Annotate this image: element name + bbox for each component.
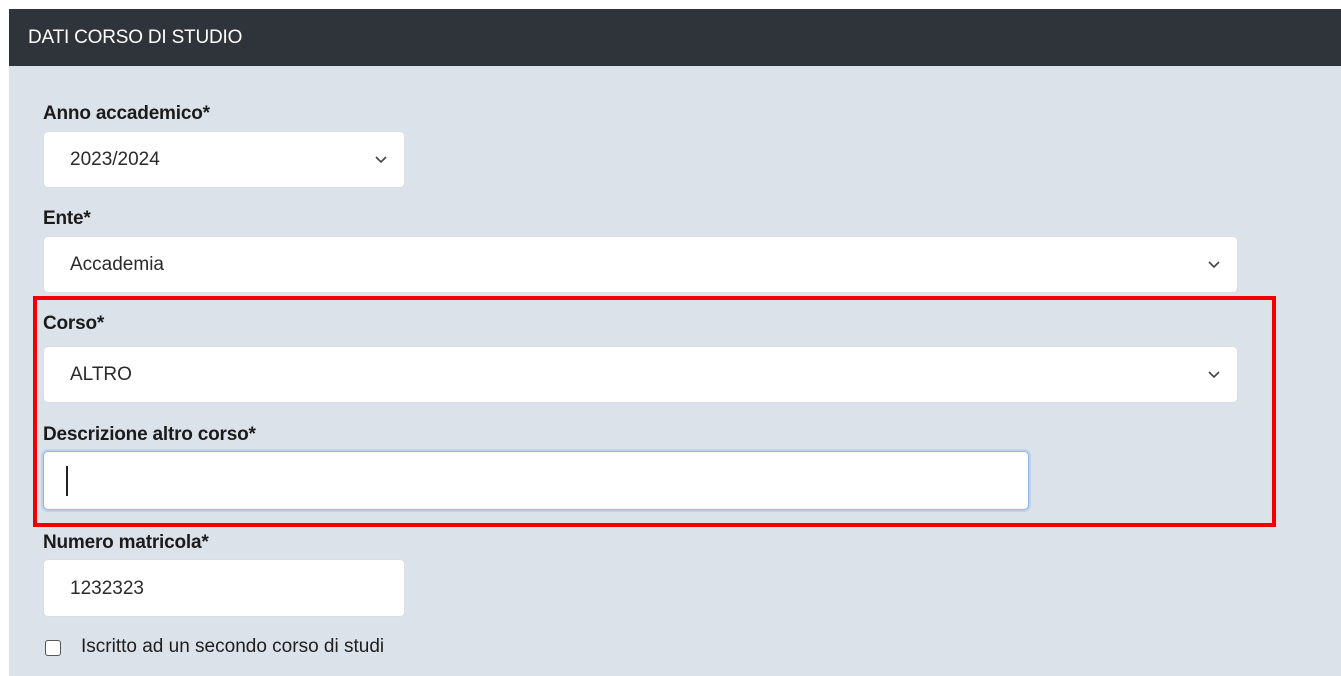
anno-accademico-label: Anno accademico*	[43, 103, 210, 124]
corso-label: Corso*	[43, 313, 105, 334]
chevron-down-icon	[1208, 260, 1220, 268]
panel-header-title: DATI CORSO DI STUDIO	[9, 9, 1341, 66]
corso-value: ALTRO	[70, 364, 132, 385]
descrizione-altro-corso-label: Descrizione altro corso*	[43, 424, 256, 445]
chevron-down-icon	[1208, 370, 1220, 378]
numero-matricola-label: Numero matricola*	[43, 532, 209, 553]
secondo-corso-label[interactable]: Iscritto ad un secondo corso di studi	[81, 636, 384, 658]
ente-label: Ente*	[43, 208, 91, 229]
numero-matricola-input[interactable]: 1232323	[43, 559, 405, 617]
anno-accademico-value: 2023/2024	[70, 149, 160, 170]
text-caret	[66, 466, 68, 496]
descrizione-altro-corso-input[interactable]	[43, 451, 1029, 510]
numero-matricola-value: 1232323	[70, 578, 144, 599]
anno-accademico-select[interactable]: 2023/2024	[43, 131, 405, 188]
ente-value: Accademia	[70, 254, 164, 275]
secondo-corso-checkbox[interactable]	[45, 640, 61, 656]
ente-select[interactable]: Accademia	[43, 236, 1238, 293]
corso-select[interactable]: ALTRO	[43, 346, 1238, 403]
chevron-down-icon	[375, 155, 387, 163]
